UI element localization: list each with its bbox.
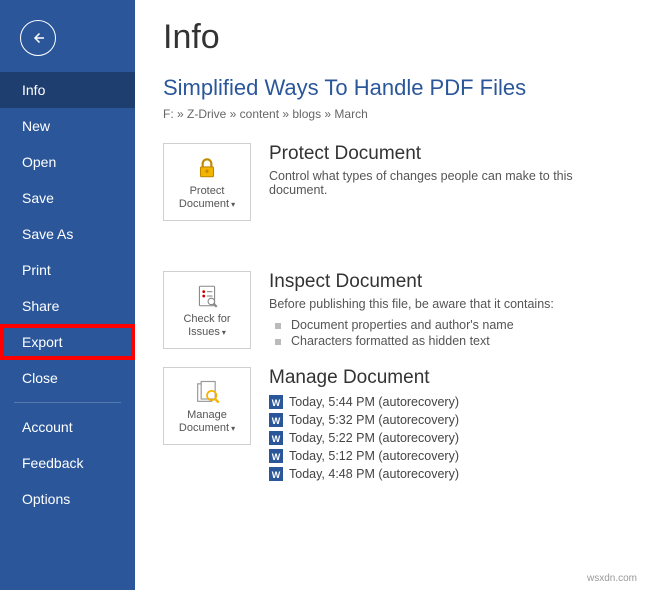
version-item[interactable]: W Today, 4:48 PM (autorecovery): [269, 465, 625, 483]
version-label: Today, 5:44 PM (autorecovery): [289, 395, 459, 409]
svg-text:W: W: [272, 416, 281, 426]
svg-text:W: W: [272, 470, 281, 480]
sidebar-item-account[interactable]: Account: [0, 409, 135, 445]
protect-heading: Protect Document: [269, 143, 625, 165]
sidebar-item-close[interactable]: Close: [0, 360, 135, 396]
sidebar-item-save-as[interactable]: Save As: [0, 216, 135, 252]
page-title: Info: [163, 18, 625, 57]
manage-tile-label: Manage Document▾: [168, 409, 246, 435]
breadcrumb: F: » Z-Drive » content » blogs » March: [163, 107, 625, 121]
protect-tile-label: Protect Document▾: [168, 185, 246, 211]
manage-heading: Manage Document: [269, 367, 625, 389]
watermark: wsxdn.com: [587, 573, 637, 584]
version-label: Today, 5:32 PM (autorecovery): [289, 413, 459, 427]
document-title: Simplified Ways To Handle PDF Files: [163, 75, 625, 101]
version-item[interactable]: W Today, 5:44 PM (autorecovery): [269, 393, 625, 411]
sidebar-item-export[interactable]: Export: [0, 324, 135, 360]
sidebar-item-info[interactable]: Info: [0, 72, 135, 108]
svg-text:W: W: [272, 434, 281, 444]
sidebar-item-print[interactable]: Print: [0, 252, 135, 288]
version-label: Today, 5:22 PM (autorecovery): [289, 431, 459, 445]
inspect-bullets: Document properties and author's name Ch…: [269, 317, 625, 349]
backstage-sidebar: Info New Open Save Save As Print Share E…: [0, 0, 135, 590]
svg-text:W: W: [272, 452, 281, 462]
sidebar-item-new[interactable]: New: [0, 108, 135, 144]
manage-section: Manage Document▾ Manage Document W Today…: [163, 367, 625, 483]
sidebar-separator: [14, 402, 121, 403]
inspect-bullet: Characters formatted as hidden text: [269, 333, 625, 349]
sidebar-item-save[interactable]: Save: [0, 180, 135, 216]
version-label: Today, 5:12 PM (autorecovery): [289, 449, 459, 463]
word-doc-icon: W: [269, 412, 283, 428]
sidebar-item-options[interactable]: Options: [0, 481, 135, 517]
inspect-heading: Inspect Document: [269, 271, 625, 293]
protect-text: Control what types of changes people can…: [269, 169, 625, 197]
sidebar-item-feedback[interactable]: Feedback: [0, 445, 135, 481]
check-for-issues-button[interactable]: Check for Issues▾: [163, 271, 251, 349]
inspect-section: Check for Issues▾ Inspect Document Befor…: [163, 271, 625, 349]
word-doc-icon: W: [269, 430, 283, 446]
inspect-tile-label: Check for Issues▾: [168, 313, 246, 339]
arrow-left-icon: [29, 29, 47, 47]
word-doc-icon: W: [269, 448, 283, 464]
manage-document-button[interactable]: Manage Document▾: [163, 367, 251, 445]
word-doc-icon: W: [269, 466, 283, 482]
lock-icon: [194, 153, 220, 183]
protect-document-button[interactable]: Protect Document▾: [163, 143, 251, 221]
sidebar-item-open[interactable]: Open: [0, 144, 135, 180]
svg-text:W: W: [272, 398, 281, 408]
document-stack-icon: [193, 377, 221, 407]
version-label: Today, 4:48 PM (autorecovery): [289, 467, 459, 481]
protect-section: Protect Document▾ Protect Document Contr…: [163, 143, 625, 221]
checklist-icon: [194, 281, 220, 311]
inspect-text: Before publishing this file, be aware th…: [269, 297, 625, 311]
version-item[interactable]: W Today, 5:32 PM (autorecovery): [269, 411, 625, 429]
info-panel: Info Simplified Ways To Handle PDF Files…: [135, 0, 647, 590]
sidebar-item-share[interactable]: Share: [0, 288, 135, 324]
word-doc-icon: W: [269, 394, 283, 410]
inspect-bullet: Document properties and author's name: [269, 317, 625, 333]
back-button[interactable]: [20, 20, 56, 56]
version-list: W Today, 5:44 PM (autorecovery) W Today,…: [269, 393, 625, 483]
version-item[interactable]: W Today, 5:22 PM (autorecovery): [269, 429, 625, 447]
version-item[interactable]: W Today, 5:12 PM (autorecovery): [269, 447, 625, 465]
